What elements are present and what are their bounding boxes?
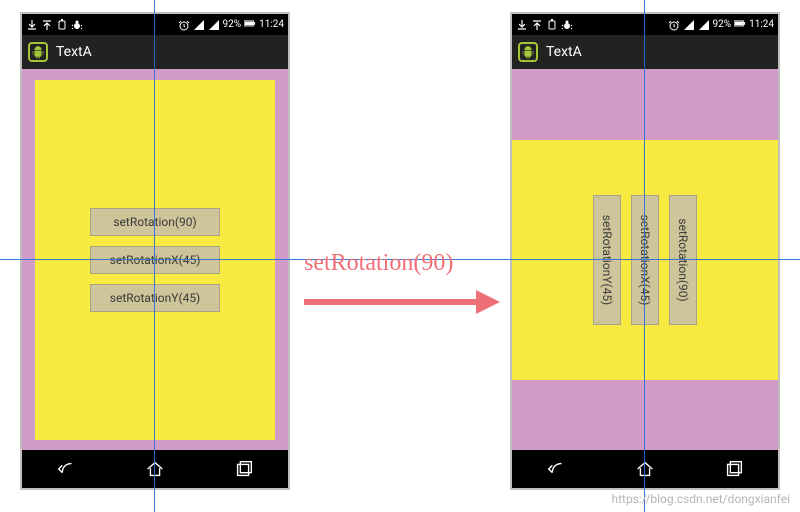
arrow-icon [300,282,500,322]
signal-icon [208,19,220,31]
set-rotation-button[interactable]: setRotation(90) [90,208,220,236]
watermark: https://blog.csdn.net/dongxianfei [611,492,790,506]
guide-vertical-left [154,0,155,512]
app-title: TextA [56,44,92,60]
status-bar: 92% 11:24 [512,14,778,35]
status-bar: 92% 11:24 [22,14,288,35]
status-right: 92% 11:24 [178,19,284,31]
recent-button[interactable] [723,458,745,480]
battery-text: 92% [223,19,242,30]
action-bar: TextA [512,35,778,69]
app-title: TextA [546,44,582,60]
status-left [516,19,573,31]
phone-before: 92% 11:24 TextA setRotation(90) setRotat… [20,12,290,490]
caption: setRotation(90) [304,250,453,277]
back-button[interactable] [545,458,567,480]
nav-bar [512,450,778,488]
battery-icon [734,19,746,31]
usb-icon [56,19,68,31]
status-right: 92% 11:24 [668,19,774,31]
bug-icon [561,19,573,31]
alarm-icon [178,19,190,31]
download-icon [26,19,38,31]
action-bar: TextA [22,35,288,69]
clock-text: 11:24 [749,19,774,30]
set-rotation-y-button[interactable]: setRotationY(45) [90,284,220,312]
upload-icon [531,19,543,31]
nav-bar [22,450,288,488]
back-button[interactable] [55,458,77,480]
battery-text: 92% [713,19,732,30]
clock-text: 11:24 [259,19,284,30]
app-icon [518,42,538,62]
signal-4g-icon [683,19,695,31]
download-icon [516,19,528,31]
bug-icon [71,19,83,31]
guide-vertical-right [644,0,645,512]
signal-icon [698,19,710,31]
signal-4g-icon [193,19,205,31]
battery-icon [244,19,256,31]
phone-after: 92% 11:24 TextA setRotation(90) setRotat… [510,12,780,490]
recent-button[interactable] [233,458,255,480]
upload-icon [41,19,53,31]
app-icon [28,42,48,62]
usb-icon [546,19,558,31]
alarm-icon [668,19,680,31]
status-left [26,19,83,31]
